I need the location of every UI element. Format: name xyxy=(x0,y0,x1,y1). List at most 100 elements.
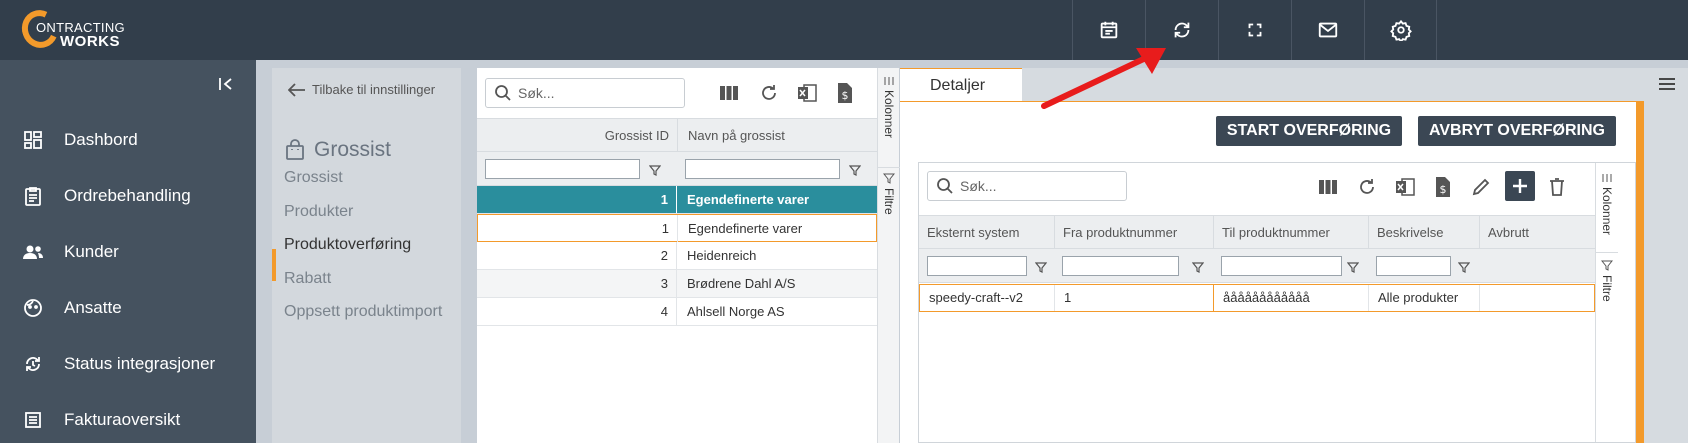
columns-icon xyxy=(1602,174,1612,182)
mail-button[interactable] xyxy=(1291,0,1364,60)
transfer-grid-header: Eksternt system Fra produktnummer Til pr… xyxy=(919,215,1595,249)
tab-filtre[interactable]: Filtre xyxy=(1596,259,1618,329)
edit-button[interactable] xyxy=(1469,175,1493,199)
cell-navn: Heidenreich xyxy=(687,248,757,263)
column-header-avbrutt[interactable]: Avbrutt xyxy=(1479,216,1595,249)
table-row[interactable]: speedy-craft--v2 1 åååååååååååå Alle pro… xyxy=(919,284,1595,312)
tab-detaljer[interactable]: Detaljer xyxy=(900,68,1022,102)
cell-avbrutt xyxy=(1479,285,1594,311)
back-to-settings-link[interactable]: Tilbake til innstillinger xyxy=(288,82,435,97)
tab-kolonner[interactable]: Kolonner xyxy=(1596,173,1618,253)
table-row[interactable]: 3 Brødrene Dahl A/S xyxy=(477,270,877,298)
face-icon xyxy=(22,297,44,319)
gear-icon xyxy=(1389,19,1412,41)
filter-icon[interactable] xyxy=(649,164,661,176)
table-row[interactable]: 1 Egendefinerte varer xyxy=(477,214,877,242)
top-bar: ONTRACTING WORKS xyxy=(0,0,1688,60)
nav-item-label: Status integrasjoner xyxy=(64,354,216,373)
column-header-grossist-id[interactable]: Grossist ID xyxy=(605,128,669,143)
details-panel: Detaljer START OVERFØRING AVBRYT OVERFØR… xyxy=(900,68,1688,443)
sync-icon xyxy=(1174,22,1190,38)
table-row[interactable]: 4 Ahlsell Norge AS xyxy=(477,298,877,326)
search-placeholder: Søk... xyxy=(960,178,997,194)
back-label: Tilbake til innstillinger xyxy=(312,82,436,97)
fullscreen-button[interactable] xyxy=(1218,0,1291,60)
dashboard-icon xyxy=(22,129,44,151)
filter-input-til-produktnummer[interactable] xyxy=(1221,256,1342,276)
settings-button[interactable] xyxy=(1364,0,1437,60)
column-header-til-produktnummer[interactable]: Til produktnummer xyxy=(1213,216,1368,249)
grid-search-input[interactable]: Søk... xyxy=(485,78,685,108)
filter-icon[interactable] xyxy=(1035,261,1047,273)
excel-icon xyxy=(1396,178,1415,196)
cell-grossist-id: 4 xyxy=(477,298,677,325)
subnav-item-produktoverforing[interactable]: Produktoverføring xyxy=(284,235,411,255)
excel-icon xyxy=(798,84,817,102)
document-dollar-icon: $ xyxy=(1436,177,1450,197)
tab-filtre-label: Filtre xyxy=(1600,275,1614,302)
nav-item-fakturaoversikt[interactable]: Fakturaoversikt xyxy=(0,392,256,443)
subnav-item-rabatt[interactable]: Rabatt xyxy=(284,269,331,289)
start-transfer-button[interactable]: START OVERFØRING xyxy=(1216,116,1402,146)
cell-grossist-id: 2 xyxy=(477,242,677,269)
cell-grossist-id: 1 xyxy=(478,215,678,242)
columns-button[interactable] xyxy=(1316,175,1340,199)
filter-input-beskrivelse[interactable] xyxy=(1376,256,1451,276)
subnav-item-produkter[interactable]: Produkter xyxy=(284,202,353,222)
section-title-text: Grossist xyxy=(314,138,392,161)
annotation-arrow-icon xyxy=(1041,48,1166,109)
cell-grossist-id: 1 xyxy=(477,186,677,213)
nav-item-dashbord[interactable]: Dashbord xyxy=(0,112,256,168)
filter-input-navn[interactable] xyxy=(685,159,840,179)
menu-icon[interactable] xyxy=(1658,76,1676,92)
nav-item-ansatte[interactable]: Ansatte xyxy=(0,280,256,336)
filter-input-fra-produktnummer[interactable] xyxy=(1062,256,1179,276)
column-header-fra-produktnummer[interactable]: Fra produktnummer xyxy=(1054,216,1213,249)
tab-filtre[interactable]: Filtre xyxy=(878,172,900,246)
filter-input-grossist-id[interactable] xyxy=(485,159,640,179)
filter-input-eksternt-system[interactable] xyxy=(927,256,1027,276)
columns-icon xyxy=(1319,180,1337,194)
cancel-transfer-button[interactable]: AVBRYT OVERFØRING xyxy=(1418,116,1616,146)
table-row[interactable]: 1 Egendefinerte varer xyxy=(477,186,877,214)
export-price-button[interactable]: $ xyxy=(833,81,857,105)
grid-filter-row xyxy=(477,152,877,186)
calendar-icon xyxy=(1100,21,1118,39)
settings-subnav: Tilbake til innstillinger Grossist Gross… xyxy=(272,68,461,443)
filter-icon[interactable] xyxy=(1347,261,1359,273)
nav-item-label: Fakturaoversikt xyxy=(64,410,181,429)
refresh-button[interactable] xyxy=(757,81,781,105)
clipboard-icon xyxy=(22,185,44,207)
nav-item-label: Ordrebehandling xyxy=(64,186,191,205)
delete-button[interactable] xyxy=(1545,175,1569,199)
tab-kolonner[interactable]: Kolonner xyxy=(878,76,900,168)
refresh-button[interactable] xyxy=(1355,175,1379,199)
subnav-item-grossist[interactable]: Grossist xyxy=(284,168,343,188)
contracting-works-logo[interactable]: ONTRACTING WORKS xyxy=(16,4,132,54)
wholesaler-grid: Søk... $ Grossist ID Navn på grossist 1 … xyxy=(477,68,877,443)
transfer-side-tabs: Kolonner Filtre xyxy=(1595,163,1618,442)
filter-icon[interactable] xyxy=(849,164,861,176)
columns-button[interactable] xyxy=(717,81,741,105)
column-header-beskrivelse[interactable]: Beskrivelse xyxy=(1368,216,1479,249)
tab-kolonner-label: Kolonner xyxy=(1600,187,1614,236)
arrow-left-icon xyxy=(288,82,305,97)
logo-text-bottom: WORKS xyxy=(60,33,120,50)
list-icon xyxy=(22,409,44,431)
add-button[interactable] xyxy=(1505,171,1535,201)
column-header-eksternt-system[interactable]: Eksternt system xyxy=(919,216,1054,249)
export-price-button[interactable]: $ xyxy=(1431,175,1455,199)
export-excel-button[interactable] xyxy=(1393,175,1417,199)
table-row[interactable]: 2 Heidenreich xyxy=(477,242,877,270)
export-excel-button[interactable] xyxy=(795,81,819,105)
nav-item-kunder[interactable]: Kunder xyxy=(0,224,256,280)
transfer-search-input[interactable]: Søk... xyxy=(927,171,1127,201)
search-placeholder: Søk... xyxy=(518,85,555,101)
nav-item-status-integrasjoner[interactable]: Status integrasjoner xyxy=(0,336,256,392)
nav-item-ordrebehandling[interactable]: Ordrebehandling xyxy=(0,168,256,224)
column-header-navn[interactable]: Navn på grossist xyxy=(677,119,785,151)
collapse-nav-button[interactable] xyxy=(214,72,238,96)
filter-icon[interactable] xyxy=(1192,261,1204,273)
filter-icon[interactable] xyxy=(1458,261,1470,273)
subnav-item-oppsett-produktimport[interactable]: Oppsett produktimport xyxy=(284,302,444,322)
